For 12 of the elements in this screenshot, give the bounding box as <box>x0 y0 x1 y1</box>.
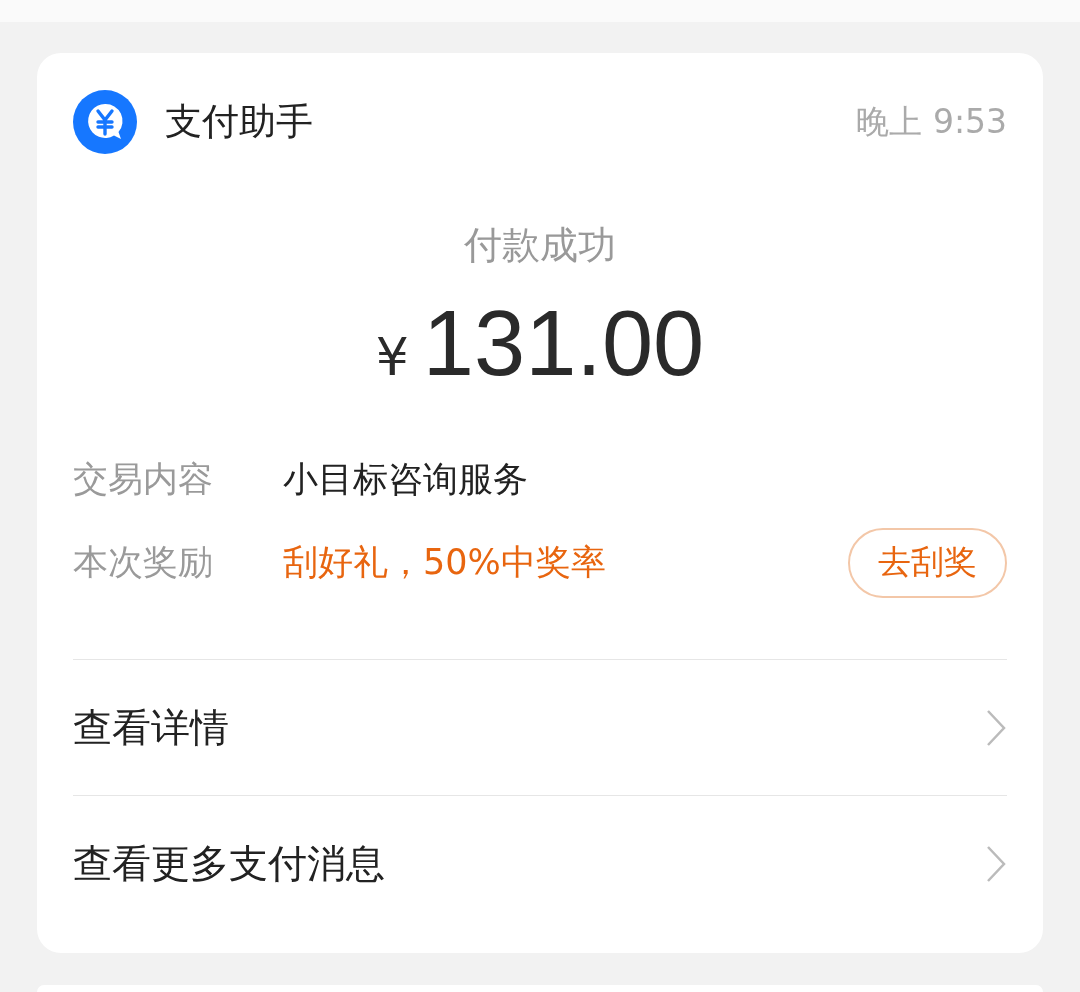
info-label: 交易内容 <box>73 458 214 501</box>
yen-chat-icon <box>73 90 137 154</box>
currency-symbol: ¥ <box>375 327 409 387</box>
sender-name: 支付助手 <box>165 99 314 145</box>
info-value: 小目标咨询服务 <box>283 458 529 501</box>
info-label: 本次奖励 <box>73 541 214 584</box>
message-time: 晚上 9:53 <box>856 100 1007 143</box>
link-text[interactable]: 查看更多支付消息 <box>73 836 385 891</box>
link-text[interactable]: 查看详情 <box>73 700 229 755</box>
payment-status: 付款成功 <box>463 222 617 269</box>
reward-text: 刮好礼，50%中奖率 <box>283 541 607 584</box>
payment-amount: 131.00 <box>422 291 705 396</box>
